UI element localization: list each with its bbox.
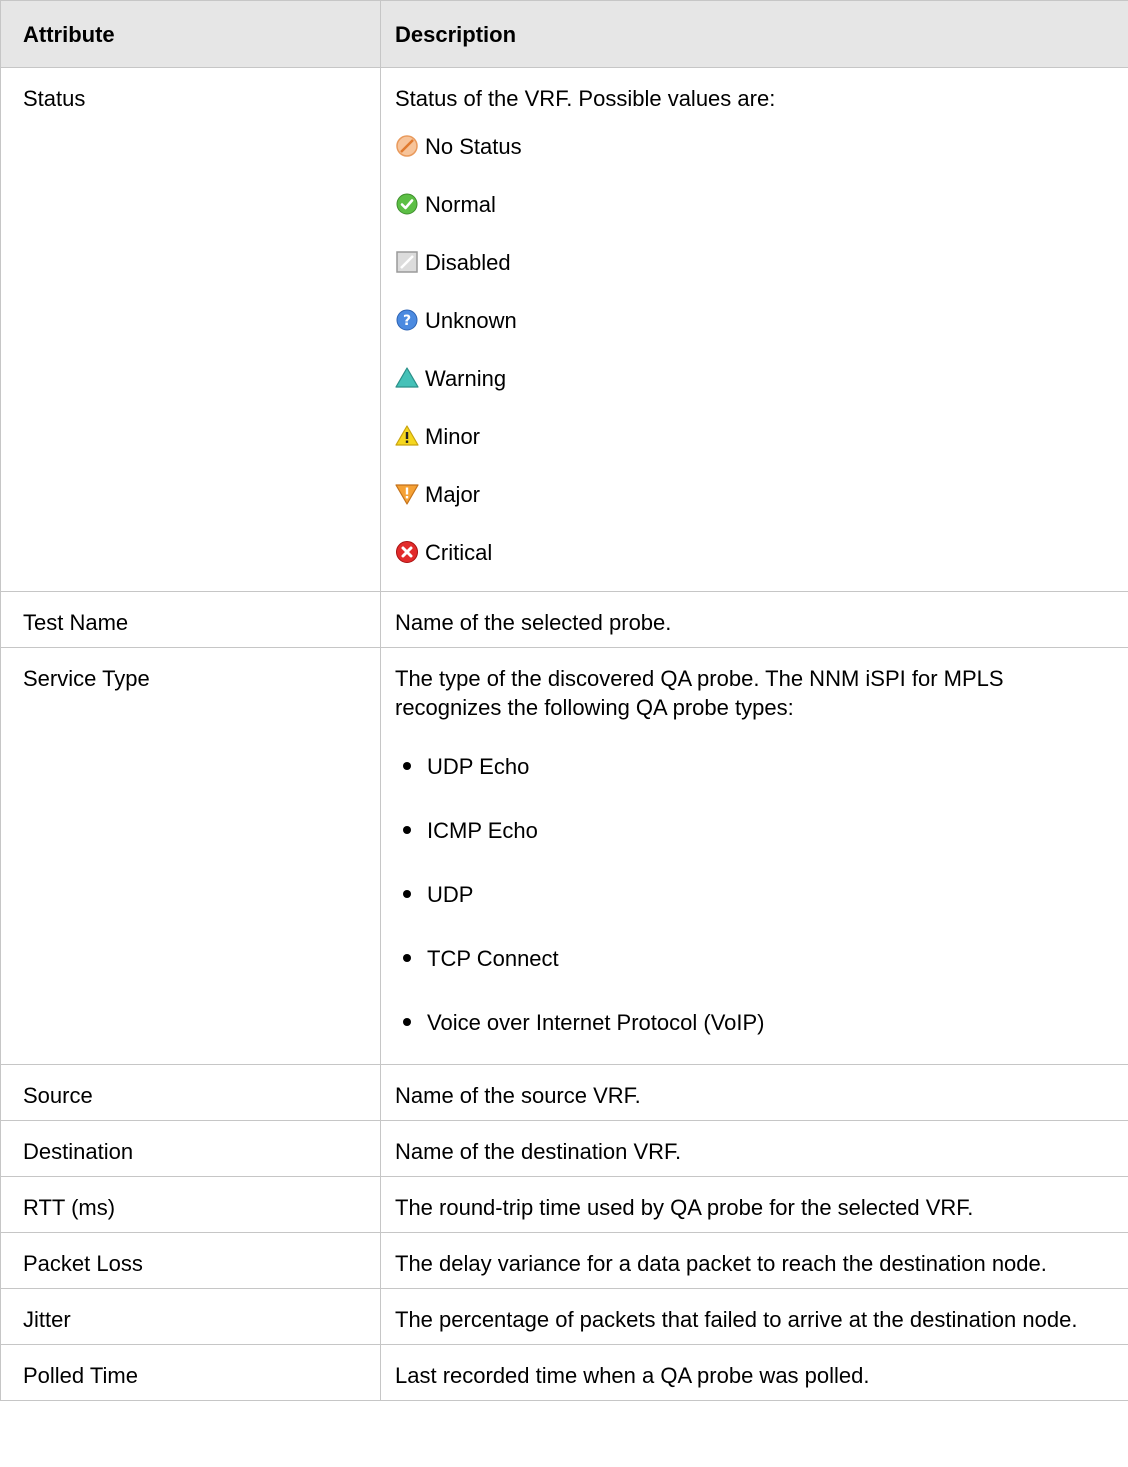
attribute-description: The delay variance for a data packet to …	[380, 1232, 1128, 1289]
list-item: Critical	[395, 523, 1126, 581]
attribute-name: Packet Loss	[0, 1232, 381, 1289]
list-item: Warning	[395, 349, 1126, 407]
probe-type-label: ICMP Echo	[427, 817, 538, 843]
list-item: UDP Echo	[395, 734, 1126, 798]
status-label: Major	[425, 481, 481, 507]
table-row: Service Type The type of the discovered …	[0, 647, 1128, 1065]
attribute-name: RTT (ms)	[0, 1176, 381, 1233]
bullet-icon	[403, 954, 411, 962]
status-label: Unknown	[425, 307, 517, 333]
normal-icon	[396, 193, 418, 215]
attribute-description: The percentage of packets that failed to…	[380, 1288, 1128, 1345]
unknown-icon: ?	[396, 309, 418, 331]
attribute-name: Destination	[0, 1120, 381, 1177]
header-description: Description	[380, 0, 1128, 68]
attribute-name: Jitter	[0, 1288, 381, 1345]
description-text: The delay variance for a data packet to …	[395, 1251, 1047, 1276]
list-item: Disabled	[395, 233, 1126, 291]
list-item: ICMP Echo	[395, 798, 1126, 862]
attribute-name: Source	[0, 1064, 381, 1121]
description-text: Status of the VRF. Possible values are:	[395, 86, 776, 111]
probe-type-label: TCP Connect	[427, 945, 559, 971]
list-item: No Status	[395, 117, 1126, 175]
major-icon	[395, 484, 419, 505]
probe-type-label: UDP	[427, 881, 474, 907]
attribute-description: Name of the source VRF.	[380, 1064, 1128, 1121]
header-attribute: Attribute	[0, 0, 381, 68]
table-row: Source Name of the source VRF.	[0, 1064, 1128, 1121]
probe-type-label: Voice over Internet Protocol (VoIP)	[427, 1009, 765, 1035]
table-header-row: Attribute Description	[0, 0, 1128, 68]
attributes-table: Attribute Description Status Status of t…	[0, 0, 1128, 1401]
status-label: Warning	[425, 365, 507, 391]
bullet-icon	[403, 890, 411, 898]
table-row: Polled Time Last recorded time when a QA…	[0, 1344, 1128, 1401]
status-label: Disabled	[425, 249, 511, 275]
table-row: RTT (ms) The round-trip time used by QA …	[0, 1176, 1128, 1233]
probe-types-list: UDP Echo ICMP Echo UDP TCP Connect Voice…	[395, 734, 1126, 1054]
table-row: Destination Name of the destination VRF.	[0, 1120, 1128, 1177]
bullet-icon	[403, 762, 411, 770]
description-text: The type of the discovered QA probe. The…	[395, 666, 1004, 720]
minor-icon	[395, 425, 419, 446]
description-text: The percentage of packets that failed to…	[395, 1307, 1078, 1332]
list-item: Minor	[395, 407, 1126, 465]
no-status-icon	[396, 135, 418, 157]
status-values-list: No Status Normal Disabled ? Unknown Warn…	[395, 117, 1126, 581]
list-item: TCP Connect	[395, 926, 1126, 990]
attribute-description: The round-trip time used by QA probe for…	[380, 1176, 1128, 1233]
attribute-name: Test Name	[0, 591, 381, 648]
table-row: Status Status of the VRF. Possible value…	[0, 67, 1128, 592]
attribute-description: Last recorded time when a QA probe was p…	[380, 1344, 1128, 1401]
bullet-icon	[403, 826, 411, 834]
warning-icon	[395, 367, 419, 388]
attribute-description: The type of the discovered QA probe. The…	[380, 647, 1128, 1065]
table-row: Jitter The percentage of packets that fa…	[0, 1288, 1128, 1345]
attribute-description: Name of the selected probe.	[380, 591, 1128, 648]
svg-text:?: ?	[403, 313, 411, 329]
status-label: Minor	[425, 423, 481, 449]
attribute-name: Polled Time	[0, 1344, 381, 1401]
probe-type-label: UDP Echo	[427, 753, 530, 779]
status-label: Critical	[425, 539, 493, 565]
bullet-icon	[403, 1018, 411, 1026]
list-item: ? Unknown	[395, 291, 1126, 349]
list-item: Voice over Internet Protocol (VoIP)	[395, 990, 1126, 1054]
status-label: No Status	[425, 133, 522, 159]
table-row: Packet Loss The delay variance for a dat…	[0, 1232, 1128, 1289]
table-row: Test Name Name of the selected probe.	[0, 591, 1128, 648]
list-item: Major	[395, 465, 1126, 523]
attribute-description: Name of the destination VRF.	[380, 1120, 1128, 1177]
attribute-name: Status	[0, 67, 381, 592]
list-item: UDP	[395, 862, 1126, 926]
attribute-name: Service Type	[0, 647, 381, 1065]
disabled-icon	[396, 251, 418, 273]
list-item: Normal	[395, 175, 1126, 233]
critical-icon	[396, 541, 418, 563]
status-label: Normal	[425, 191, 496, 217]
attribute-description: Status of the VRF. Possible values are: …	[380, 67, 1128, 592]
